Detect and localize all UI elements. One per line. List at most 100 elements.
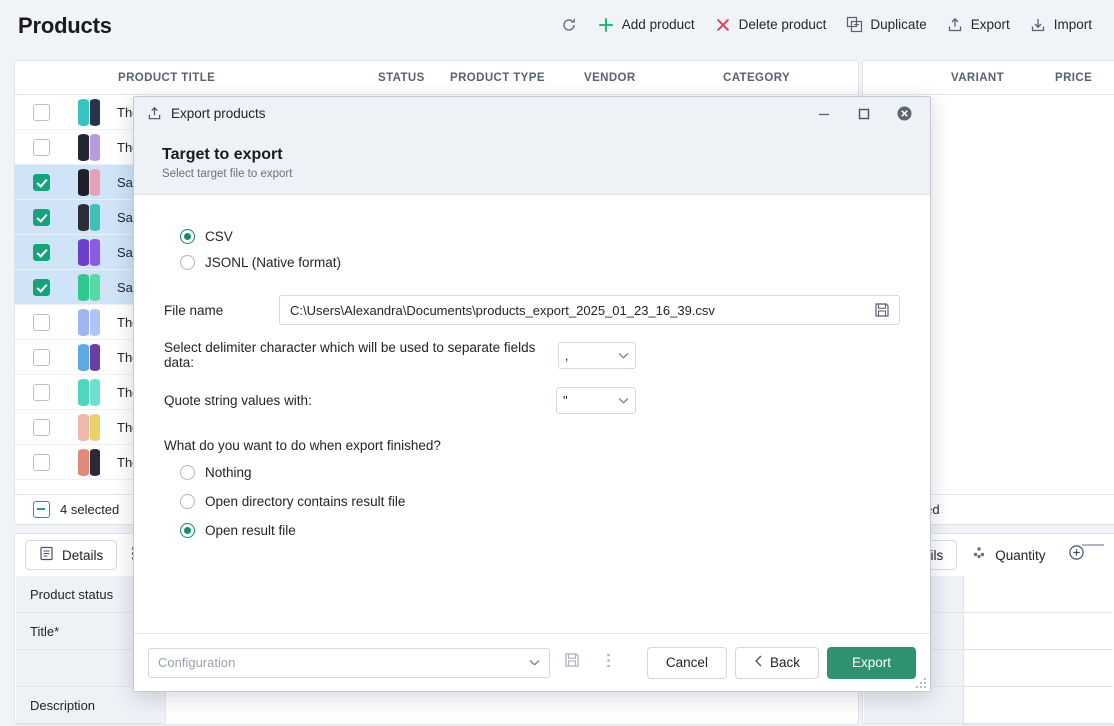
row-thumbnail-cell (67, 203, 111, 231)
cancel-button[interactable]: Cancel (646, 646, 727, 679)
row-checkbox[interactable] (32, 348, 50, 366)
import-button[interactable]: Import (1020, 11, 1102, 38)
quantity-icon (971, 545, 987, 566)
delimiter-row: Select delimiter character which will be… (164, 340, 636, 370)
row-checkbox[interactable] (32, 383, 50, 401)
row-checkbox-cell[interactable] (15, 243, 67, 261)
row-checkbox-cell[interactable] (15, 138, 67, 156)
column-header-status[interactable]: STATUS (378, 72, 450, 84)
row-checkbox-cell[interactable] (15, 103, 67, 121)
row-thumbnail-cell (67, 448, 111, 476)
row-thumbnail-cell (67, 413, 111, 441)
column-header-product-type[interactable]: PRODUCT TYPE (450, 72, 584, 84)
back-button-label: Back (769, 655, 800, 670)
row-checkbox[interactable] (32, 313, 50, 331)
file-name-field[interactable] (279, 295, 900, 325)
maximize-icon[interactable] (844, 98, 884, 130)
column-header-category[interactable]: CATEGORY (723, 72, 853, 84)
product-thumbnail (78, 343, 100, 371)
row-checkbox[interactable] (32, 103, 50, 121)
more-options-button[interactable] (594, 648, 623, 678)
add-product-button[interactable]: Add product (588, 11, 705, 38)
row-checkbox[interactable] (32, 418, 50, 436)
variant-field-value[interactable] (964, 576, 1113, 612)
duplicate-button[interactable]: Duplicate (836, 11, 936, 38)
row-checkbox-cell[interactable] (15, 173, 67, 191)
radio-after-open-directory[interactable]: Open directory contains result file (180, 488, 900, 514)
selection-count-label: 4 selected (60, 502, 120, 517)
back-button[interactable]: Back (734, 646, 819, 679)
tab-quantity[interactable]: Quantity (963, 545, 1053, 566)
dialog-heading: Target to export (162, 146, 283, 163)
delete-product-button[interactable]: Delete product (705, 11, 837, 38)
delete-product-label: Delete product (738, 17, 827, 32)
dialog-footer: Configuration Cancel Back Export (134, 633, 930, 691)
row-checkbox[interactable] (32, 453, 50, 471)
resize-grip[interactable] (916, 678, 926, 688)
export-label: Export (970, 17, 1010, 32)
row-thumbnail-cell (67, 168, 111, 196)
product-thumbnail (78, 98, 100, 126)
save-configuration-button[interactable] (558, 648, 587, 678)
save-icon[interactable] (865, 302, 899, 318)
export-icon (947, 16, 964, 33)
add-circle-icon (1068, 544, 1085, 566)
tab-details[interactable]: Details (25, 540, 118, 570)
configuration-select[interactable]: Configuration (148, 647, 550, 678)
radio-after-open-result[interactable]: Open result file (180, 517, 900, 543)
chevron-down-icon (618, 348, 629, 363)
row-checkbox-cell[interactable] (15, 278, 67, 296)
dialog-title-label: Export products (171, 106, 266, 121)
select-all-checkbox[interactable] (33, 501, 50, 518)
delimiter-label: Select delimiter character which will be… (164, 340, 536, 370)
delimiter-select[interactable]: , (557, 341, 636, 369)
variants-header-row: VARIANT PRICE (863, 61, 1114, 95)
cancel-button-label: Cancel (665, 655, 708, 670)
variant-field-value[interactable] (964, 613, 1113, 649)
dialog-subheading: Select target file to export (162, 168, 293, 180)
x-icon (715, 16, 732, 33)
refresh-icon (561, 16, 578, 33)
row-checkbox[interactable] (32, 278, 50, 296)
row-checkbox-cell[interactable] (15, 383, 67, 401)
minimize-icon[interactable] (804, 98, 844, 130)
radio-csv-indicator (180, 228, 195, 244)
column-header-price[interactable]: PRICE (1055, 72, 1092, 84)
row-checkbox-cell[interactable] (15, 313, 67, 331)
radio-after-nothing[interactable]: Nothing (180, 459, 900, 485)
field-label-description: Description (16, 687, 165, 724)
export-submit-button[interactable]: Export (826, 646, 916, 679)
row-thumbnail-cell (67, 273, 111, 301)
row-checkbox[interactable] (32, 243, 50, 261)
radio-jsonl-indicator (180, 254, 195, 270)
row-checkbox-cell[interactable] (15, 348, 67, 366)
variant-field-value[interactable] (964, 650, 1113, 686)
dialog-title-bar[interactable]: Export products (134, 97, 930, 130)
row-thumbnail-cell (67, 238, 111, 266)
export-button[interactable]: Export (937, 11, 1020, 38)
chevron-down-icon (529, 655, 540, 670)
refresh-button[interactable] (551, 11, 588, 38)
radio-format-jsonl[interactable]: JSONL (Native format) (180, 249, 900, 275)
import-label: Import (1053, 17, 1092, 32)
product-thumbnail (78, 273, 100, 301)
radio-format-csv[interactable]: CSV (180, 223, 900, 249)
add-variant-button[interactable] (1060, 544, 1093, 566)
close-icon[interactable] (884, 98, 924, 130)
row-checkbox-cell[interactable] (15, 453, 67, 471)
row-checkbox[interactable] (32, 173, 50, 191)
file-name-input[interactable] (280, 302, 865, 318)
row-checkbox-cell[interactable] (15, 418, 67, 436)
row-checkbox[interactable] (32, 138, 50, 156)
product-thumbnail (78, 168, 100, 196)
main-toolbar: Add product Delete product Duplicate Exp… (551, 11, 1102, 38)
row-thumbnail-cell (67, 378, 111, 406)
column-header-vendor[interactable]: VENDOR (584, 72, 723, 84)
column-header-product-title[interactable]: PRODUCT TITLE (118, 72, 378, 84)
column-header-variant[interactable]: VARIANT (951, 72, 1055, 84)
row-checkbox-cell[interactable] (15, 208, 67, 226)
row-checkbox[interactable] (32, 208, 50, 226)
variant-field-value[interactable] (964, 687, 1113, 723)
quote-select[interactable]: " (556, 387, 636, 414)
radio-open-result-indicator (180, 522, 195, 538)
